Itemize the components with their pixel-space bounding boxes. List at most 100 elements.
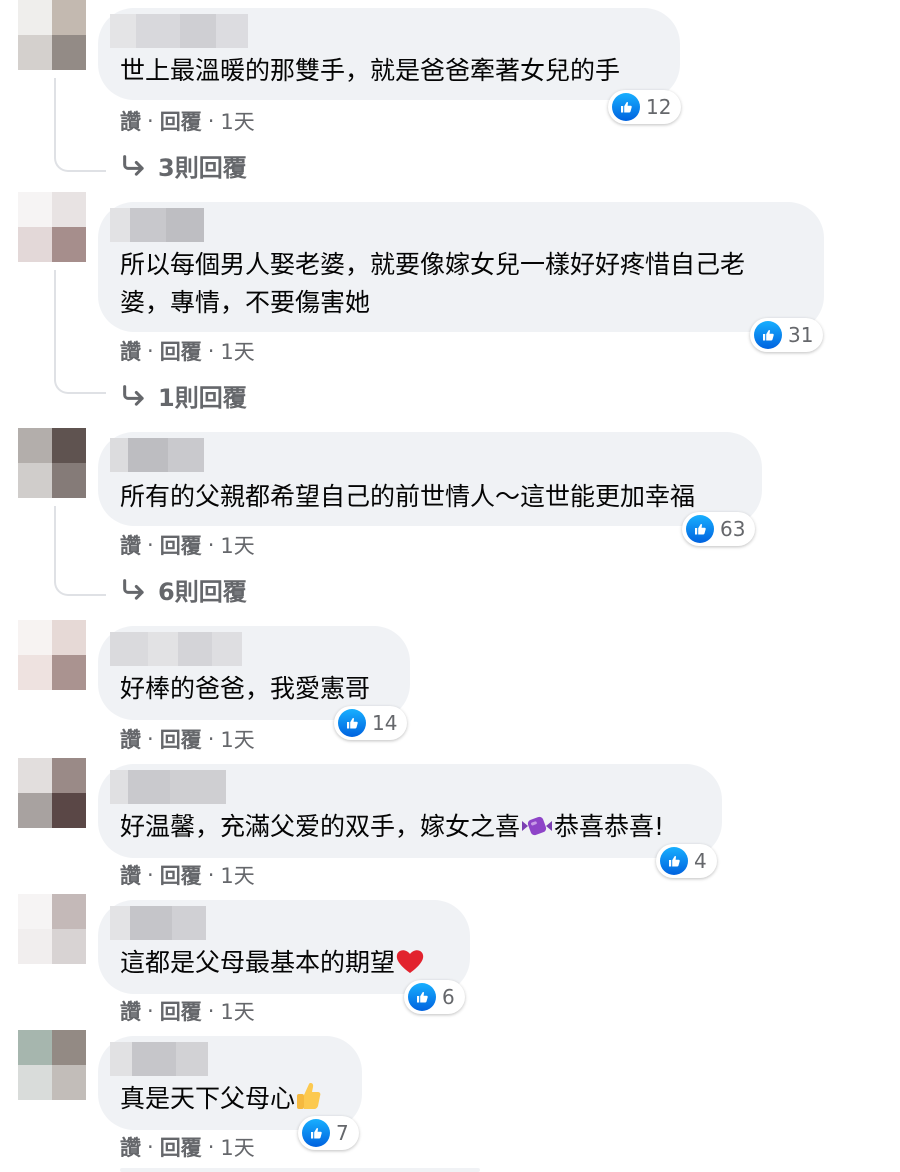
- separator: ·: [207, 533, 215, 557]
- timestamp[interactable]: 1天: [220, 724, 254, 754]
- comment-bubble: 所以每個男人娶老婆，就要像嫁女兒一樣好好疼惜自己老 婆，專情，不要傷害她 31: [98, 202, 824, 352]
- comment-text: 世上最溫暖的那雙手，就是爸爸牽著女兒的手: [120, 56, 621, 85]
- comment-actions: 讚 · 回覆 · 1天: [120, 106, 255, 136]
- avatar[interactable]: [18, 620, 86, 690]
- author-name-blurred[interactable]: [110, 906, 206, 940]
- separator: ·: [147, 999, 154, 1023]
- replies-count: 1則回覆: [158, 384, 247, 412]
- like-icon: [338, 709, 366, 737]
- like-count: 6: [442, 985, 455, 1009]
- comment-text: 好棒的爸爸，我愛憲哥: [120, 674, 371, 703]
- avatar[interactable]: [18, 1030, 86, 1100]
- reply-arrow-icon: [120, 382, 148, 410]
- replies-count: 6則回覆: [158, 578, 247, 606]
- author-name-blurred[interactable]: [110, 632, 242, 666]
- comment-actions: 讚 · 回覆 · 1天: [120, 530, 255, 560]
- comment-thread: { "icons": { "like": "like-icon", "reply…: [0, 0, 900, 1172]
- comment-actions: 讚 · 回覆 · 1天: [120, 996, 255, 1026]
- like-button[interactable]: 讚: [120, 1132, 141, 1162]
- reaction-count[interactable]: 6: [404, 980, 465, 1014]
- avatar[interactable]: [18, 894, 86, 964]
- reaction-count[interactable]: 63: [682, 512, 756, 546]
- reply-button[interactable]: 回覆: [160, 860, 202, 890]
- avatar[interactable]: [18, 0, 86, 70]
- like-count: 31: [788, 323, 814, 347]
- comment-bubble: 真是天下父母心 7: [98, 1036, 362, 1150]
- comment-text: 所有的父親都希望自己的前世情人～這世能更加幸福: [120, 482, 696, 511]
- separator: ·: [147, 533, 154, 557]
- view-replies-link[interactable]: 1則回覆: [120, 378, 247, 413]
- author-name-blurred[interactable]: [110, 14, 248, 48]
- reply-button[interactable]: 回覆: [160, 336, 202, 366]
- avatar[interactable]: [18, 758, 86, 828]
- author-name-blurred[interactable]: [110, 438, 204, 472]
- separator: ·: [207, 1135, 215, 1159]
- like-count: 63: [720, 517, 746, 541]
- like-icon: [754, 321, 782, 349]
- timestamp[interactable]: 1天: [220, 996, 254, 1026]
- like-button[interactable]: 讚: [120, 530, 141, 560]
- like-icon: [408, 983, 436, 1011]
- like-icon: [302, 1119, 330, 1147]
- comment-actions: 讚 · 回覆 · 1天: [120, 336, 255, 366]
- like-count: 4: [694, 849, 707, 873]
- next-comment-edge: [120, 1168, 480, 1172]
- reply-button[interactable]: 回覆: [160, 1132, 202, 1162]
- comment-text: 所以每個男人娶老婆，就要像嫁女兒一樣好好疼惜自己老 婆，專情，不要傷害她: [120, 250, 746, 317]
- thread-connector: [54, 78, 106, 172]
- reply-button[interactable]: 回覆: [160, 996, 202, 1026]
- comment-bubble: 所有的父親都希望自己的前世情人～這世能更加幸福 63: [98, 432, 762, 546]
- comment-actions: 讚 · 回覆 · 1天: [120, 860, 255, 890]
- reaction-count[interactable]: 4: [656, 844, 717, 878]
- separator: ·: [147, 727, 154, 751]
- separator: ·: [147, 1135, 154, 1159]
- comment-actions: 讚 · 回覆 · 1天: [120, 724, 255, 754]
- reply-button[interactable]: 回覆: [160, 724, 202, 754]
- timestamp[interactable]: 1天: [220, 1132, 254, 1162]
- like-count: 7: [336, 1121, 349, 1145]
- separator: ·: [207, 339, 215, 363]
- author-name-blurred[interactable]: [110, 1042, 208, 1076]
- separator: ·: [147, 863, 154, 887]
- comment-text: 真是天下父母心: [120, 1080, 321, 1122]
- view-replies-link[interactable]: 6則回覆: [120, 572, 247, 607]
- avatar[interactable]: [18, 428, 86, 498]
- separator: ·: [207, 863, 215, 887]
- separator: ·: [207, 999, 215, 1023]
- like-button[interactable]: 讚: [120, 336, 141, 366]
- reaction-count[interactable]: 7: [298, 1116, 359, 1150]
- timestamp[interactable]: 1天: [220, 336, 254, 366]
- reaction-count[interactable]: 14: [334, 706, 408, 740]
- comment-text: 好温馨，充滿父爱的双手，嫁女之喜 恭喜恭喜!: [120, 808, 664, 850]
- timestamp[interactable]: 1天: [220, 860, 254, 890]
- reply-button[interactable]: 回覆: [160, 530, 202, 560]
- comment-bubble: 這都是父母最基本的期望 6: [98, 900, 470, 1014]
- timestamp[interactable]: 1天: [220, 106, 254, 136]
- like-button[interactable]: 讚: [120, 724, 141, 754]
- separator: ·: [207, 727, 215, 751]
- like-button[interactable]: 讚: [120, 860, 141, 890]
- like-icon: [660, 847, 688, 875]
- like-count: 14: [372, 711, 398, 735]
- like-icon: [612, 93, 640, 121]
- comment-text: 這都是父母最基本的期望: [120, 944, 425, 986]
- comment-bubble: 好棒的爸爸，我愛憲哥 14: [98, 626, 410, 740]
- author-name-blurred[interactable]: [110, 208, 204, 242]
- author-name-blurred[interactable]: [110, 770, 226, 804]
- reply-arrow-icon: [120, 152, 148, 180]
- reaction-count[interactable]: 12: [608, 90, 682, 124]
- avatar[interactable]: [18, 192, 86, 262]
- comment-actions: 讚 · 回覆 · 1天: [120, 1132, 255, 1162]
- view-replies-link[interactable]: 3則回覆: [120, 148, 247, 183]
- comment-bubble: 世上最溫暖的那雙手，就是爸爸牽著女兒的手 12: [98, 8, 682, 124]
- timestamp[interactable]: 1天: [220, 530, 254, 560]
- separator: ·: [147, 339, 154, 363]
- reply-button[interactable]: 回覆: [160, 106, 202, 136]
- like-button[interactable]: 讚: [120, 996, 141, 1026]
- replies-count: 3則回覆: [158, 154, 247, 182]
- separator: ·: [147, 109, 154, 133]
- reply-arrow-icon: [120, 576, 148, 604]
- like-button[interactable]: 讚: [120, 106, 141, 136]
- reaction-count[interactable]: 31: [750, 318, 824, 352]
- purple-candy-emoji: [520, 812, 554, 850]
